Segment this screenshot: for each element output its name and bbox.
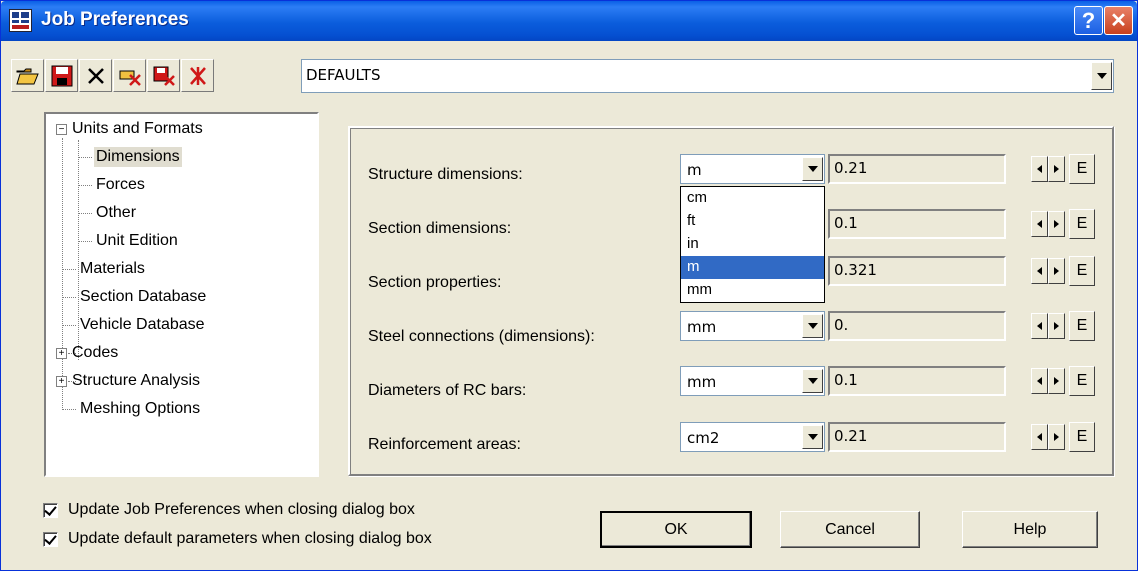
title-bar[interactable]: Job Preferences ? ✕ bbox=[1, 1, 1137, 41]
structure-unit-value: m bbox=[687, 161, 702, 179]
checkbox-checked-icon[interactable] bbox=[43, 531, 58, 547]
structure-dimensions-label: Structure dimensions: bbox=[368, 166, 523, 183]
tree-item-meshing-options[interactable]: Meshing Options bbox=[80, 399, 200, 419]
steel-connections-unit-combo[interactable]: mm bbox=[680, 311, 825, 341]
decrease-precision-icon[interactable] bbox=[1031, 258, 1048, 284]
increase-precision-icon[interactable] bbox=[1048, 368, 1065, 394]
tree-item-section-database[interactable]: Section Database bbox=[80, 287, 206, 307]
update-job-preferences-label: Update Job Preferences when closing dial… bbox=[68, 501, 415, 518]
save-delete-icon[interactable] bbox=[147, 59, 180, 92]
help-button[interactable]: Help bbox=[962, 511, 1098, 548]
rc-bars-diameter-value[interactable]: 0.1 bbox=[828, 366, 1006, 396]
job-preferences-dialog: Job Preferences ? ✕ DEFAULTS − Units and… bbox=[0, 0, 1138, 571]
cancel-button[interactable]: Cancel bbox=[780, 511, 920, 548]
toolbar bbox=[11, 59, 215, 93]
delete-icon[interactable] bbox=[79, 59, 112, 92]
section-properties-label: Section properties: bbox=[368, 274, 502, 291]
decrease-precision-icon[interactable] bbox=[1031, 424, 1048, 450]
collapse-icon[interactable]: − bbox=[56, 124, 67, 135]
window-title: Job Preferences bbox=[41, 9, 189, 30]
reinforcement-areas-label: Reinforcement areas: bbox=[368, 436, 521, 453]
ok-button[interactable]: OK bbox=[600, 511, 752, 548]
category-tree[interactable]: − Units and Formats Dimensions Forces Ot… bbox=[44, 112, 319, 477]
steel-connections-label: Steel connections (dimensions): bbox=[368, 328, 595, 345]
chevron-down-icon[interactable] bbox=[1091, 62, 1112, 90]
checkbox-checked-icon[interactable] bbox=[43, 502, 58, 518]
chevron-down-icon[interactable] bbox=[802, 369, 823, 393]
update-default-parameters-label: Update default parameters when closing d… bbox=[68, 530, 432, 547]
exponent-button[interactable]: E bbox=[1069, 256, 1095, 286]
decrease-precision-icon[interactable] bbox=[1031, 156, 1048, 182]
reinforcement-unit-value: cm2 bbox=[687, 429, 720, 447]
close-icon[interactable]: ✕ bbox=[1104, 6, 1133, 35]
tree-item-unit-edition[interactable]: Unit Edition bbox=[96, 231, 178, 251]
rc-bars-diameter-label: Diameters of RC bars: bbox=[368, 382, 527, 399]
open-folder-icon[interactable] bbox=[11, 59, 44, 92]
preset-value: DEFAULTS bbox=[306, 66, 381, 84]
unit-dropdown-list[interactable]: cm ft in m mm bbox=[680, 186, 825, 303]
increase-precision-icon[interactable] bbox=[1048, 211, 1065, 237]
exponent-button[interactable]: E bbox=[1069, 209, 1095, 239]
delete-all-icon[interactable] bbox=[113, 59, 146, 92]
chevron-down-icon[interactable] bbox=[802, 425, 823, 449]
tree-item-dimensions[interactable]: Dimensions bbox=[94, 147, 182, 167]
rc-bars-unit-value: mm bbox=[687, 373, 717, 391]
tree-item-forces[interactable]: Forces bbox=[96, 175, 145, 195]
unit-option[interactable]: cm bbox=[681, 187, 824, 210]
decrease-precision-icon[interactable] bbox=[1031, 368, 1048, 394]
tree-item-vehicle-database[interactable]: Vehicle Database bbox=[80, 315, 205, 335]
tree-item-units-and-formats[interactable]: Units and Formats bbox=[72, 119, 203, 139]
exponent-button[interactable]: E bbox=[1069, 311, 1095, 341]
expand-icon[interactable]: + bbox=[56, 348, 67, 359]
steel-connections-unit-value: mm bbox=[687, 318, 717, 336]
reinforcement-areas-value[interactable]: 0.21 bbox=[828, 422, 1006, 452]
expand-icon[interactable]: + bbox=[56, 376, 67, 387]
preset-combo[interactable]: DEFAULTS bbox=[301, 59, 1114, 93]
tree-item-other[interactable]: Other bbox=[96, 203, 136, 223]
section-dimensions-value[interactable]: 0.1 bbox=[828, 209, 1006, 239]
tree-item-codes[interactable]: Codes bbox=[72, 343, 118, 363]
section-properties-value[interactable]: 0.321 bbox=[828, 256, 1006, 286]
exponent-button[interactable]: E bbox=[1069, 366, 1095, 396]
reset-icon[interactable] bbox=[181, 59, 214, 92]
tree-item-structure-analysis[interactable]: Structure Analysis bbox=[72, 371, 200, 391]
exponent-button[interactable]: E bbox=[1069, 154, 1095, 184]
decrease-precision-icon[interactable] bbox=[1031, 211, 1048, 237]
unit-option[interactable]: ft bbox=[681, 210, 824, 233]
structure-unit-combo[interactable]: m bbox=[680, 154, 825, 184]
update-job-preferences-checkbox[interactable]: Update Job Preferences when closing dial… bbox=[43, 501, 415, 519]
unit-option-selected[interactable]: m bbox=[681, 256, 824, 279]
increase-precision-icon[interactable] bbox=[1048, 258, 1065, 284]
unit-option[interactable]: mm bbox=[681, 279, 824, 302]
unit-option[interactable]: in bbox=[681, 233, 824, 256]
increase-precision-icon[interactable] bbox=[1048, 424, 1065, 450]
rc-bars-unit-combo[interactable]: mm bbox=[680, 366, 825, 396]
tree-item-materials[interactable]: Materials bbox=[80, 259, 145, 279]
exponent-button[interactable]: E bbox=[1069, 422, 1095, 452]
chevron-down-icon[interactable] bbox=[802, 157, 823, 181]
steel-connections-value[interactable]: 0. bbox=[828, 311, 1006, 341]
increase-precision-icon[interactable] bbox=[1048, 313, 1065, 339]
help-icon[interactable]: ? bbox=[1074, 6, 1103, 35]
save-icon[interactable] bbox=[45, 59, 78, 92]
increase-precision-icon[interactable] bbox=[1048, 156, 1065, 182]
update-default-parameters-checkbox[interactable]: Update default parameters when closing d… bbox=[43, 530, 432, 548]
structure-dimensions-value[interactable]: 0.21 bbox=[828, 154, 1006, 184]
app-icon bbox=[9, 9, 32, 32]
reinforcement-unit-combo[interactable]: cm2 bbox=[680, 422, 825, 452]
chevron-down-icon[interactable] bbox=[802, 314, 823, 338]
decrease-precision-icon[interactable] bbox=[1031, 313, 1048, 339]
section-dimensions-label: Section dimensions: bbox=[368, 220, 512, 237]
